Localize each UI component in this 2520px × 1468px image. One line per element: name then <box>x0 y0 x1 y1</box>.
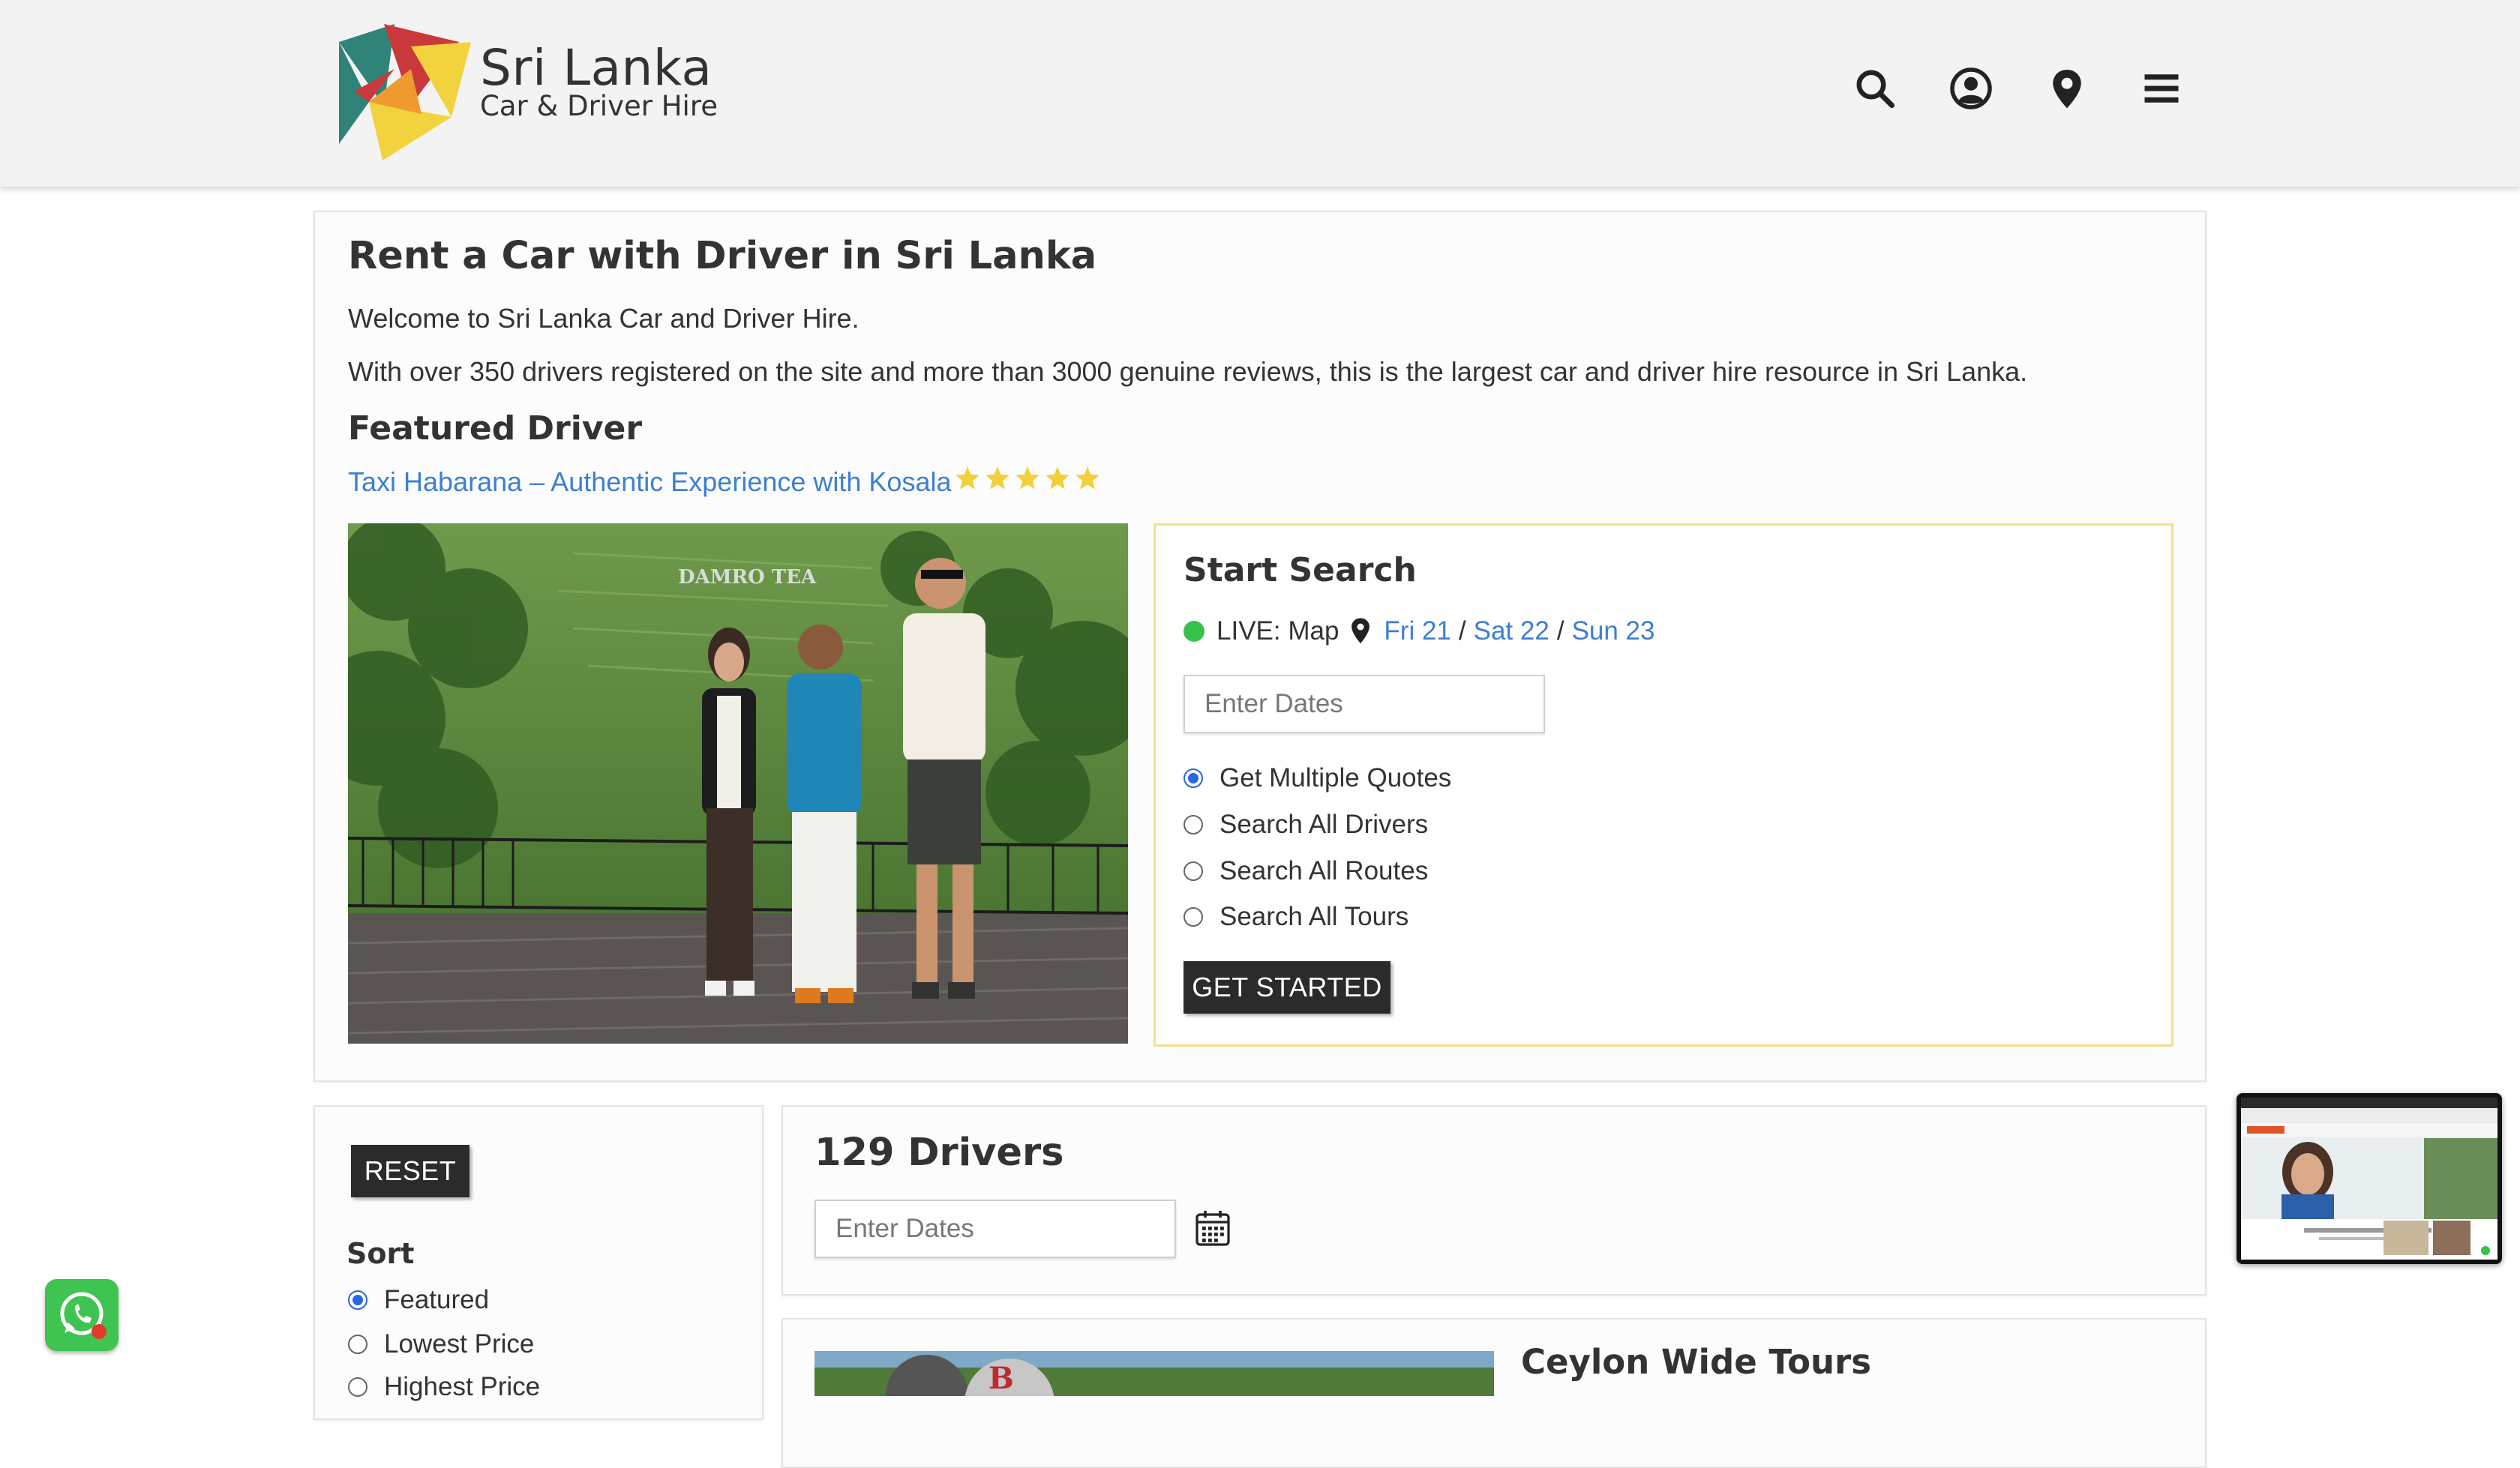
brand-subtitle[interactable]: Car & Driver Hire <box>480 90 718 122</box>
page-title: Rent a Car with Driver in Sri Lanka <box>348 234 1097 278</box>
reset-button[interactable]: RESET <box>351 1145 470 1197</box>
get-started-button[interactable]: GET STARTED <box>1184 961 1390 1014</box>
sort-option-label: Featured <box>384 1285 490 1314</box>
results-date-input[interactable] <box>814 1200 1176 1258</box>
svg-text:B: B <box>988 1361 1014 1396</box>
featured-driver-photo[interactable]: DAMRO TEA <box>348 523 1128 1044</box>
brand-title[interactable]: Sri Lanka <box>480 39 712 97</box>
svg-text:DAMRO TEA: DAMRO TEA <box>678 566 817 589</box>
map-pin-icon[interactable] <box>1349 617 1372 646</box>
radio-button[interactable] <box>1184 861 1203 881</box>
star-icon <box>986 466 1010 490</box>
search-icon[interactable] <box>1852 66 1898 111</box>
menu-icon[interactable] <box>2139 66 2184 111</box>
video-preview-thumbnail[interactable] <box>2236 1093 2502 1264</box>
featured-rating <box>954 465 1101 492</box>
day-separator: / <box>1556 616 1564 646</box>
star-icon <box>1076 466 1100 490</box>
welcome-text: Welcome to Sri Lanka Car and Driver Hire… <box>348 303 860 334</box>
star-icon <box>1046 466 1070 490</box>
radio-button[interactable] <box>348 1290 368 1310</box>
whatsapp-button[interactable] <box>45 1279 118 1351</box>
option-label: Search All Routes <box>1220 856 1429 885</box>
star-icon <box>956 466 980 490</box>
listing-title[interactable]: Ceylon Wide Tours <box>1521 1342 1871 1382</box>
day-link-sat[interactable]: Sat 22 <box>1474 616 1550 646</box>
site-header: Sri Lanka Car & Driver Hire <box>0 0 2520 187</box>
user-circle-icon[interactable] <box>1948 66 1994 111</box>
featured-driver-heading: Featured Driver <box>348 409 643 448</box>
live-row: LIVE: Map Fri 21 / Sat 22 / Sun 23 <box>1184 616 1655 646</box>
sort-option-label: Lowest Price <box>384 1329 535 1359</box>
radio-button[interactable] <box>348 1335 368 1354</box>
option-search-all-drivers[interactable]: Search All Drivers <box>1184 810 1428 840</box>
intro-text: With over 350 drivers registered on the … <box>348 356 2028 387</box>
calendar-icon[interactable] <box>1194 1209 1232 1248</box>
whatsapp-icon <box>60 1292 104 1335</box>
start-search-heading: Start Search <box>1184 551 1417 589</box>
drivers-count-title: 129 Drivers <box>814 1131 1064 1175</box>
option-label: Search All Drivers <box>1220 810 1429 839</box>
sort-option-highest-price[interactable]: Highest Price <box>348 1372 540 1402</box>
radio-button[interactable] <box>1184 815 1203 834</box>
sort-heading: Sort <box>346 1237 415 1270</box>
day-link-sun[interactable]: Sun 23 <box>1572 616 1655 646</box>
radio-button[interactable] <box>1184 768 1203 788</box>
option-label: Get Multiple Quotes <box>1220 763 1452 792</box>
map-pin-icon[interactable] <box>2044 66 2090 111</box>
star-icon <box>1016 466 1040 490</box>
radio-button[interactable] <box>1184 907 1203 927</box>
day-separator: / <box>1458 616 1466 646</box>
brand-logo[interactable] <box>339 24 474 160</box>
search-date-input[interactable] <box>1184 675 1545 733</box>
option-label: Search All Tours <box>1220 902 1409 931</box>
sort-option-lowest-price[interactable]: Lowest Price <box>348 1329 534 1359</box>
option-search-all-tours[interactable]: Search All Tours <box>1184 902 1408 932</box>
sort-option-label: Highest Price <box>384 1372 541 1401</box>
live-status-dot <box>1184 621 1204 642</box>
radio-button[interactable] <box>348 1377 368 1397</box>
driver-listing-photo[interactable]: B <box>814 1351 1494 1396</box>
option-get-multiple-quotes[interactable]: Get Multiple Quotes <box>1184 763 1451 793</box>
sort-option-featured[interactable]: Featured <box>348 1285 489 1315</box>
notification-badge <box>92 1324 106 1339</box>
option-search-all-routes[interactable]: Search All Routes <box>1184 856 1428 886</box>
live-map-label: LIVE: Map <box>1216 616 1340 646</box>
day-link-fri[interactable]: Fri 21 <box>1384 616 1450 646</box>
featured-driver-link[interactable]: Taxi Habarana – Authentic Experience wit… <box>348 466 951 498</box>
